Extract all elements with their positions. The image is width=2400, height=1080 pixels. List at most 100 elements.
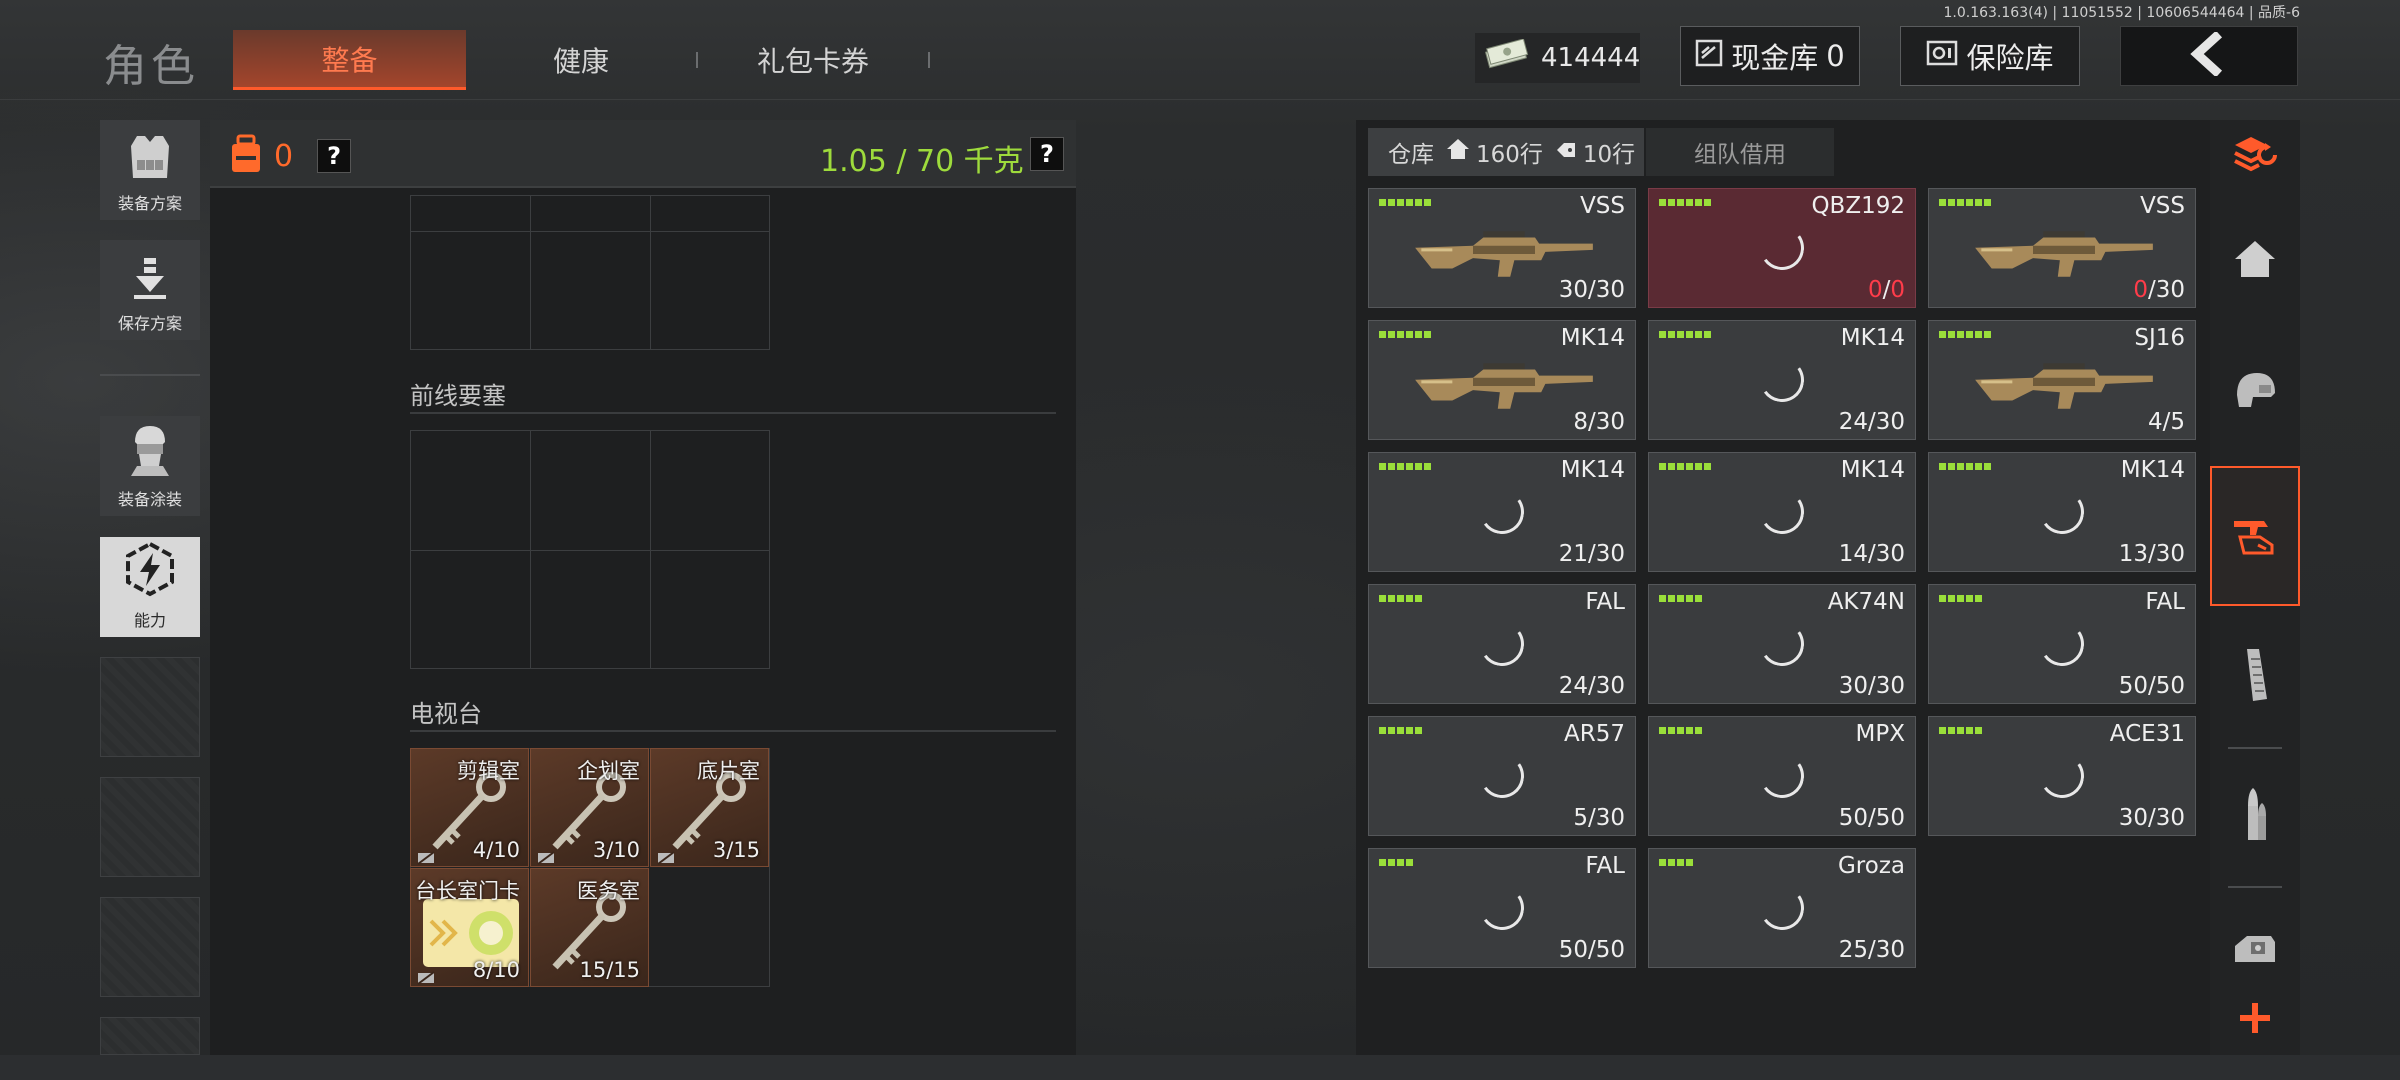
key-name: 企划室 <box>577 759 640 783</box>
item-ammo: 24/30 <box>1838 409 1905 435</box>
warehouse-item[interactable]: FAL 50/50 <box>1928 584 2196 704</box>
tab-gift-coupons[interactable]: 礼包卡券 <box>698 30 928 90</box>
loading-spinner-icon <box>1476 750 1528 802</box>
category-magazine-button[interactable] <box>2210 612 2300 742</box>
backpack-icon <box>228 134 264 178</box>
ammo-current: 0 <box>2133 277 2148 303</box>
equipment-plan-button[interactable]: 装备方案 <box>100 120 200 220</box>
warehouse-item[interactable]: AK74N 30/30 <box>1648 584 1916 704</box>
ammo-icon <box>2238 786 2272 848</box>
key-count: 3/10 <box>592 838 640 862</box>
warehouse-item[interactable]: AR57 5/30 <box>1368 716 1636 836</box>
item-ammo: 50/50 <box>2118 673 2185 699</box>
key-item[interactable]: 台长室门卡 8/10 <box>410 868 529 987</box>
warehouse-tab-label: 仓库 <box>1388 142 1434 168</box>
equipment-plan-label: 装备方案 <box>117 194 182 213</box>
warehouse-item[interactable]: MK14 14/30 <box>1648 452 1916 572</box>
category-weapons-button[interactable] <box>2210 466 2300 606</box>
item-ammo: 14/30 <box>1838 541 1905 567</box>
weight-help-button[interactable]: ? <box>1030 137 1064 171</box>
item-ammo: 8/30 <box>1573 409 1625 435</box>
category-ammo-button[interactable] <box>2210 752 2300 882</box>
quality-stars <box>1659 463 1711 470</box>
tab-prepare[interactable]: 整备 <box>233 30 466 90</box>
quality-stars <box>1379 199 1431 206</box>
warehouse-item[interactable]: MK14 24/30 <box>1648 320 1916 440</box>
warehouse-item[interactable]: QBZ192 0/0 <box>1648 188 1916 308</box>
item-name: MPX <box>1855 721 1905 747</box>
quality-stars <box>1659 331 1711 338</box>
cash-vault-count: 0 <box>1826 39 1845 73</box>
sidebar-divider <box>2228 886 2282 888</box>
item-name: SJ16 <box>2134 325 2185 351</box>
cash-vault-button[interactable]: 现金库 0 <box>1680 26 1860 86</box>
item-ammo: 21/30 <box>1558 541 1625 567</box>
sort-refresh-button[interactable] <box>2210 120 2300 190</box>
category-all-button[interactable] <box>2210 196 2300 326</box>
gun-icon <box>1969 355 2159 423</box>
loading-spinner-icon <box>1756 354 1808 406</box>
warehouse-item[interactable]: FAL 50/50 <box>1368 848 1636 968</box>
warehouse-item[interactable]: SJ16 4/5 <box>1928 320 2196 440</box>
key-item[interactable]: 剪辑室 4/10 <box>410 748 529 867</box>
magazine-icon <box>2239 647 2271 707</box>
key-item[interactable]: 底片室 3/15 <box>650 748 769 867</box>
key-count: 8/10 <box>472 958 520 982</box>
save-plan-label: 保存方案 <box>117 314 182 333</box>
key-item[interactable]: 医务室 15/15 <box>530 868 649 987</box>
tab-team-borrow[interactable]: 组队借用 <box>1646 128 1834 176</box>
item-ammo: 50/50 <box>1838 805 1905 831</box>
add-icon <box>2238 1001 2272 1039</box>
no-bind-icon <box>417 846 435 865</box>
warehouse-item[interactable]: VSS 30/30 <box>1368 188 1636 308</box>
item-ammo: 24/30 <box>1558 673 1625 699</box>
warehouse-item[interactable]: MK14 21/30 <box>1368 452 1636 572</box>
tab-warehouse[interactable]: 仓库 160行 10行 <box>1368 128 1644 176</box>
quality-stars <box>1939 727 1982 734</box>
quality-stars <box>1379 595 1422 602</box>
item-ammo: 13/30 <box>2118 541 2185 567</box>
warehouse-item[interactable]: MK14 8/30 <box>1368 320 1636 440</box>
equipment-skin-label: 装备涂装 <box>117 490 182 509</box>
key-count: 3/15 <box>712 838 760 862</box>
warehouse-item[interactable]: Groza 25/30 <box>1648 848 1916 968</box>
tab-health[interactable]: 健康 <box>466 30 696 90</box>
no-bind-icon <box>417 966 435 985</box>
item-name: FAL <box>1585 853 1625 879</box>
backpack-count: 0 <box>274 138 294 174</box>
save-plan-button[interactable]: 保存方案 <box>100 240 200 340</box>
gun-icon <box>1409 355 1599 423</box>
key-name: 剪辑室 <box>457 759 520 783</box>
section-divider <box>410 412 1056 414</box>
warehouse-item[interactable]: MPX 50/50 <box>1648 716 1916 836</box>
loading-spinner-icon <box>1756 222 1808 274</box>
back-button[interactable] <box>2120 26 2298 86</box>
empty-slot <box>100 1017 200 1055</box>
category-gear-button[interactable] <box>2210 326 2300 456</box>
add-button[interactable] <box>2210 990 2300 1050</box>
empty-slot <box>100 657 200 757</box>
warehouse-item[interactable]: ACE31 30/30 <box>1928 716 2196 836</box>
item-name: MK14 <box>1840 457 1905 483</box>
warehouse-item[interactable]: MK14 13/30 <box>1928 452 2196 572</box>
ability-button[interactable]: 能力 <box>100 537 200 637</box>
key-count: 15/15 <box>579 958 640 982</box>
back-arrow-icon <box>2189 30 2229 80</box>
warehouse-item[interactable]: FAL 24/30 <box>1368 584 1636 704</box>
empty-slot <box>100 897 200 997</box>
equipment-skin-button[interactable]: 装备涂装 <box>100 416 200 516</box>
warehouse-item[interactable]: VSS 0/30 <box>1928 188 2196 308</box>
item-ammo: 30/30 <box>1558 277 1625 303</box>
item-name: MK14 <box>1560 325 1625 351</box>
ammo-max: 0 <box>1890 277 1905 303</box>
safe-label: 保险库 <box>1966 41 2054 75</box>
loading-spinner-icon <box>1476 618 1528 670</box>
item-name: VSS <box>1580 193 1625 219</box>
key-item[interactable]: 企划室 3/10 <box>530 748 649 867</box>
helmet-icon <box>2231 367 2279 415</box>
safe-button[interactable]: 保险库 <box>1900 26 2080 86</box>
loading-spinner-icon <box>1756 882 1808 934</box>
help-button[interactable]: ? <box>317 139 352 173</box>
item-name: FAL <box>1585 589 1625 615</box>
bottom-bar <box>0 1055 2400 1080</box>
